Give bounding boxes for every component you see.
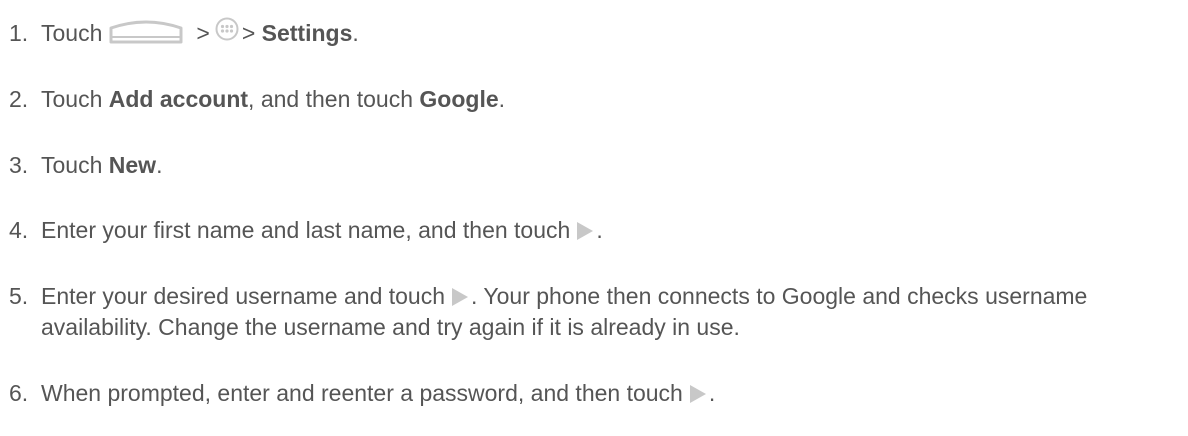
step-text-segment: . bbox=[498, 86, 506, 112]
new-label: New bbox=[108, 152, 157, 178]
step-number: 6. bbox=[9, 380, 29, 406]
step-text: When prompted, enter and reenter a passw… bbox=[41, 378, 1182, 409]
step-text-segment: , and then touch bbox=[248, 86, 420, 112]
next-arrow-icon bbox=[689, 381, 707, 403]
step-number: 3. bbox=[9, 152, 29, 178]
next-arrow-icon bbox=[576, 218, 594, 240]
step-text: Touch New. bbox=[41, 150, 1182, 181]
step-text-segment: Touch bbox=[41, 86, 109, 112]
step-number: 5. bbox=[9, 283, 29, 309]
step-text-segment: > bbox=[241, 20, 256, 46]
step-text-segment: . bbox=[708, 380, 716, 406]
step-text: Enter your desired username and touch. Y… bbox=[41, 281, 1182, 343]
step-number: 2. bbox=[9, 86, 29, 112]
step-text-segment: Enter your first name and last name, and… bbox=[41, 217, 571, 243]
step-text-segment: . bbox=[596, 217, 603, 243]
step-number: 4. bbox=[9, 217, 29, 243]
step-text-segment: Touch bbox=[41, 152, 109, 178]
home-icon bbox=[108, 18, 184, 44]
step-text-segment: . bbox=[352, 20, 359, 46]
step-text: Touch > > Settings. bbox=[41, 17, 1182, 49]
step-text-segment: > bbox=[196, 20, 210, 46]
step-text-segment: Touch bbox=[41, 20, 103, 46]
google-label: Google bbox=[419, 86, 499, 112]
step-number: 1. bbox=[9, 20, 29, 46]
apps-icon bbox=[215, 17, 239, 41]
add-account-label: Add account bbox=[108, 86, 249, 112]
next-arrow-icon bbox=[451, 284, 469, 306]
step-text-segment: . bbox=[156, 152, 163, 178]
step-text: Enter your first name and last name, and… bbox=[41, 215, 1182, 246]
step-text: Touch Add account, and then touch Google… bbox=[41, 84, 1182, 115]
settings-label: Settings bbox=[261, 20, 353, 46]
step-text-segment: Enter your desired username and touch bbox=[41, 283, 446, 309]
step-text-segment: When prompted, enter and reenter a passw… bbox=[41, 380, 683, 406]
